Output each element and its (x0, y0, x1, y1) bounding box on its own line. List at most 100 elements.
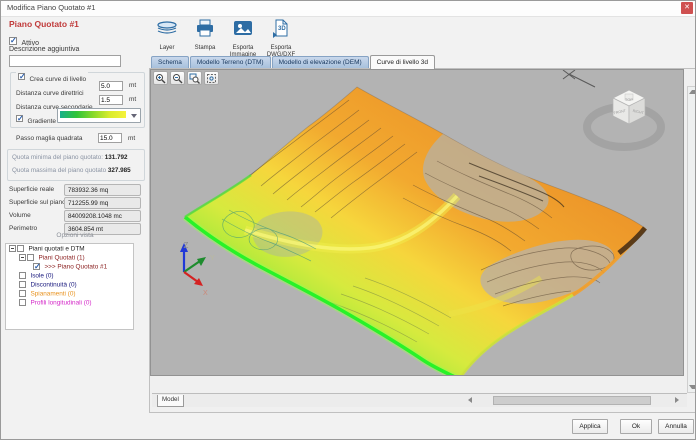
quota-min-value: 131.792 (105, 154, 128, 161)
volume-label: Volume (9, 212, 31, 219)
crea-curve-group: ✓ Crea curve di livello Distanza curve d… (10, 72, 145, 128)
tree-label: Isole (0) (30, 272, 53, 279)
stat-row: Superficie sul piano 712255.99 mq (1, 197, 149, 210)
annulla-button[interactable]: Annulla (658, 419, 694, 434)
titlebar: Modifica Piano Quotato #1 ✕ (1, 1, 695, 17)
viewcube[interactable]: TOP FRONT RIGHT (587, 90, 661, 147)
horizontal-scrollbar-thumb[interactable] (493, 396, 651, 405)
layers-icon (155, 18, 179, 40)
quota-max-row: Quota massima del piano quotato 327.985 (12, 167, 131, 174)
esporta-immagine-button[interactable]: Esporta Immagine (227, 18, 259, 56)
stat-row: Volume 84009208.1048 mc (1, 210, 149, 223)
zoom-extents-icon (206, 73, 217, 84)
passo-input[interactable] (98, 133, 122, 143)
quota-min-label: Quota minima del piano quotato: (12, 154, 103, 161)
tree-label: >>> Piano Quotato #1 (44, 263, 107, 270)
stampa-label: Stampa (189, 45, 221, 52)
collapse-icon[interactable] (19, 254, 26, 261)
page-title: Piano Quotato #1 (9, 19, 79, 29)
attivo-checkbox[interactable]: ✓ (9, 37, 17, 45)
image-icon (231, 18, 255, 40)
tree-label: Profili longitudinali (0) (30, 299, 91, 306)
stampa-button[interactable]: Stampa (189, 18, 221, 56)
zoom-window-button[interactable] (187, 71, 202, 85)
svg-text:3D: 3D (278, 26, 286, 32)
stat-row: Superficie reale 783932.36 mq (1, 184, 149, 197)
close-icon: ✕ (684, 4, 690, 11)
quota-max-value: 327.985 (108, 167, 131, 174)
direttrici-input[interactable] (99, 81, 123, 91)
tab-curve-livello-3d[interactable]: Curve di livello 3d (370, 55, 435, 69)
esporta-dwg-button[interactable]: 3D Esporta DWG/DXF (265, 18, 297, 56)
tree-checkbox[interactable] (17, 245, 24, 252)
passo-label: Passo maglia quadrata (16, 135, 83, 142)
superficie-piano-label: Superficie sul piano (9, 199, 66, 206)
layers-tree: Piani quotati e DTM Piani Quotati (1) ✓ … (5, 243, 134, 330)
gradiente-checkbox[interactable]: ✓ (16, 115, 23, 122)
superficie-reale-value: 783932.36 mq (64, 184, 141, 196)
passo-unit: mt (128, 135, 135, 142)
zoom-out-button[interactable] (170, 71, 185, 85)
vertical-scrollbar[interactable] (687, 86, 696, 393)
zoom-in-icon (155, 73, 166, 84)
quota-box: Quota minima del piano quotato: 131.792 … (7, 149, 145, 181)
tree-label: Piani Quotati (1) (38, 254, 84, 261)
check-icon: ✓ (19, 72, 26, 81)
light-marker-icon[interactable] (563, 70, 595, 87)
direttrici-unit: mt (129, 82, 136, 89)
zoom-extents-button[interactable] (204, 71, 219, 85)
secondarie-input[interactable] (99, 95, 123, 105)
gradiente-label: Gradiente (27, 118, 56, 125)
layer-button[interactable]: Layer (151, 18, 183, 56)
quota-min-row: Quota minima del piano quotato: 131.792 (12, 154, 128, 161)
ok-button[interactable]: Ok (620, 419, 652, 434)
quota-max-label: Quota massima del piano quotato (12, 167, 106, 174)
tree-label: Spianamenti (0) (30, 290, 75, 297)
gradiente-row: ✓ Gradiente (16, 110, 56, 128)
scroll-left-icon[interactable] (468, 397, 472, 403)
check-icon: ✓ (34, 262, 41, 271)
terrain-3d-render: TOP FRONT RIGHT Z Y X (151, 70, 684, 376)
model-tab[interactable]: Model (157, 395, 184, 407)
axis-triad: Z Y X (180, 241, 215, 297)
tree-checkbox[interactable] (19, 272, 26, 279)
zoom-out-icon (172, 73, 183, 84)
superficie-reale-label: Superficie reale (9, 186, 54, 193)
descrizione-input[interactable] (9, 55, 121, 67)
tree-checkbox[interactable] (19, 290, 26, 297)
tree-checkbox[interactable] (27, 254, 34, 261)
scroll-up-icon[interactable] (689, 90, 696, 94)
tree-checkbox[interactable] (19, 299, 26, 306)
zoom-in-button[interactable] (153, 71, 168, 85)
volume-value: 84009208.1048 mc (64, 210, 141, 222)
descrizione-label: Descrizione aggiuntiva (9, 46, 79, 53)
tab-page: TOP FRONT RIGHT Z Y X (149, 68, 696, 413)
tree-item-piani-quotati[interactable]: Piani Quotati (1) (6, 253, 133, 262)
y-axis-label: Y (210, 255, 215, 262)
close-button[interactable]: ✕ (681, 2, 693, 14)
tree-label: Discontinuità (0) (30, 281, 76, 288)
tree-item-profili[interactable]: Profili longitudinali (0) (6, 298, 133, 307)
gradient-dropdown[interactable] (57, 108, 141, 123)
gradient-preview (60, 111, 126, 118)
chevron-down-icon (131, 114, 137, 118)
tree-checkbox[interactable] (19, 281, 26, 288)
tree-checkbox-checked[interactable]: ✓ (33, 263, 40, 270)
printer-icon (193, 18, 217, 40)
tree-item-root[interactable]: Piani quotati e DTM (6, 244, 133, 253)
perimetro-label: Perimetro (9, 225, 37, 232)
viewport-3d[interactable]: TOP FRONT RIGHT Z Y X (150, 69, 684, 376)
applica-button[interactable]: Applica (572, 419, 608, 434)
check-icon: ✓ (10, 36, 17, 45)
scroll-down-icon[interactable] (689, 385, 696, 389)
viewport-bottom-bar: Model (152, 393, 687, 407)
modifica-piano-quotato-dialog: Modifica Piano Quotato #1 ✕ Piano Quotat… (0, 0, 696, 440)
viewcube-top-label: TOP (625, 97, 633, 102)
crea-curve-checkbox[interactable]: ✓ (18, 73, 25, 80)
scroll-right-icon[interactable] (675, 397, 679, 403)
secondarie-unit: mt (129, 96, 136, 103)
opzioni-vista-link[interactable]: Opzioni vista (1, 232, 149, 239)
x-axis-label: X (203, 290, 208, 297)
left-panel: Piano Quotato #1 ✓ Attivo Descrizione ag… (1, 16, 149, 440)
collapse-icon[interactable] (9, 245, 16, 252)
